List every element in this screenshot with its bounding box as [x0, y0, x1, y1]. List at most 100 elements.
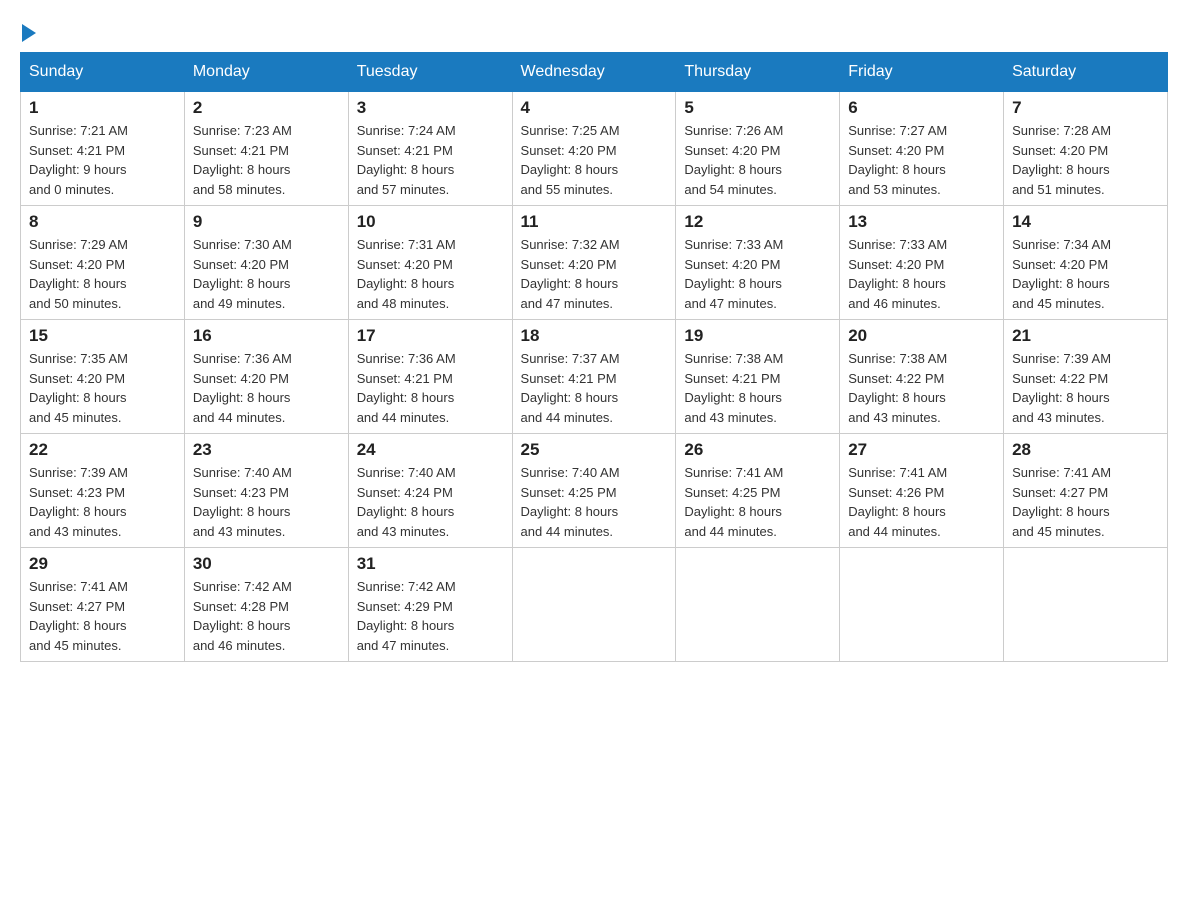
day-info: Sunrise: 7:41 AMSunset: 4:27 PMDaylight:… [1012, 463, 1159, 541]
day-number: 28 [1012, 440, 1159, 460]
day-number: 11 [521, 212, 668, 232]
day-info: Sunrise: 7:36 AMSunset: 4:20 PMDaylight:… [193, 349, 340, 427]
day-number: 21 [1012, 326, 1159, 346]
calendar-cell: 27 Sunrise: 7:41 AMSunset: 4:26 PMDaylig… [840, 434, 1004, 548]
day-number: 8 [29, 212, 176, 232]
day-number: 16 [193, 326, 340, 346]
calendar-cell: 3 Sunrise: 7:24 AMSunset: 4:21 PMDayligh… [348, 92, 512, 206]
day-info: Sunrise: 7:39 AMSunset: 4:23 PMDaylight:… [29, 463, 176, 541]
day-info: Sunrise: 7:38 AMSunset: 4:21 PMDaylight:… [684, 349, 831, 427]
column-header-saturday: Saturday [1004, 53, 1168, 92]
calendar-cell: 29 Sunrise: 7:41 AMSunset: 4:27 PMDaylig… [21, 548, 185, 662]
day-number: 12 [684, 212, 831, 232]
calendar-cell: 22 Sunrise: 7:39 AMSunset: 4:23 PMDaylig… [21, 434, 185, 548]
day-number: 3 [357, 98, 504, 118]
day-number: 2 [193, 98, 340, 118]
day-info: Sunrise: 7:36 AMSunset: 4:21 PMDaylight:… [357, 349, 504, 427]
day-number: 23 [193, 440, 340, 460]
day-number: 13 [848, 212, 995, 232]
day-info: Sunrise: 7:33 AMSunset: 4:20 PMDaylight:… [684, 235, 831, 313]
calendar-cell: 9 Sunrise: 7:30 AMSunset: 4:20 PMDayligh… [184, 206, 348, 320]
day-info: Sunrise: 7:40 AMSunset: 4:24 PMDaylight:… [357, 463, 504, 541]
calendar-cell: 28 Sunrise: 7:41 AMSunset: 4:27 PMDaylig… [1004, 434, 1168, 548]
day-number: 18 [521, 326, 668, 346]
column-header-wednesday: Wednesday [512, 53, 676, 92]
logo [20, 20, 36, 42]
calendar-cell: 20 Sunrise: 7:38 AMSunset: 4:22 PMDaylig… [840, 320, 1004, 434]
calendar-cell: 5 Sunrise: 7:26 AMSunset: 4:20 PMDayligh… [676, 92, 840, 206]
calendar-cell: 31 Sunrise: 7:42 AMSunset: 4:29 PMDaylig… [348, 548, 512, 662]
day-number: 1 [29, 98, 176, 118]
day-info: Sunrise: 7:41 AMSunset: 4:26 PMDaylight:… [848, 463, 995, 541]
day-info: Sunrise: 7:35 AMSunset: 4:20 PMDaylight:… [29, 349, 176, 427]
calendar-cell: 17 Sunrise: 7:36 AMSunset: 4:21 PMDaylig… [348, 320, 512, 434]
calendar-cell [1004, 548, 1168, 662]
day-info: Sunrise: 7:38 AMSunset: 4:22 PMDaylight:… [848, 349, 995, 427]
day-number: 4 [521, 98, 668, 118]
day-info: Sunrise: 7:39 AMSunset: 4:22 PMDaylight:… [1012, 349, 1159, 427]
logo-arrow-icon [22, 24, 36, 42]
day-number: 29 [29, 554, 176, 574]
day-number: 14 [1012, 212, 1159, 232]
day-info: Sunrise: 7:30 AMSunset: 4:20 PMDaylight:… [193, 235, 340, 313]
calendar-cell [676, 548, 840, 662]
day-number: 15 [29, 326, 176, 346]
calendar-cell: 8 Sunrise: 7:29 AMSunset: 4:20 PMDayligh… [21, 206, 185, 320]
day-number: 10 [357, 212, 504, 232]
day-number: 30 [193, 554, 340, 574]
calendar-cell: 6 Sunrise: 7:27 AMSunset: 4:20 PMDayligh… [840, 92, 1004, 206]
day-info: Sunrise: 7:40 AMSunset: 4:23 PMDaylight:… [193, 463, 340, 541]
day-number: 5 [684, 98, 831, 118]
day-number: 22 [29, 440, 176, 460]
calendar-cell: 12 Sunrise: 7:33 AMSunset: 4:20 PMDaylig… [676, 206, 840, 320]
day-number: 31 [357, 554, 504, 574]
calendar-cell: 7 Sunrise: 7:28 AMSunset: 4:20 PMDayligh… [1004, 92, 1168, 206]
calendar-cell: 26 Sunrise: 7:41 AMSunset: 4:25 PMDaylig… [676, 434, 840, 548]
column-header-tuesday: Tuesday [348, 53, 512, 92]
day-number: 27 [848, 440, 995, 460]
calendar-cell: 15 Sunrise: 7:35 AMSunset: 4:20 PMDaylig… [21, 320, 185, 434]
day-info: Sunrise: 7:23 AMSunset: 4:21 PMDaylight:… [193, 121, 340, 199]
calendar-cell: 13 Sunrise: 7:33 AMSunset: 4:20 PMDaylig… [840, 206, 1004, 320]
week-row-2: 8 Sunrise: 7:29 AMSunset: 4:20 PMDayligh… [21, 206, 1168, 320]
day-info: Sunrise: 7:42 AMSunset: 4:28 PMDaylight:… [193, 577, 340, 655]
day-info: Sunrise: 7:28 AMSunset: 4:20 PMDaylight:… [1012, 121, 1159, 199]
day-info: Sunrise: 7:24 AMSunset: 4:21 PMDaylight:… [357, 121, 504, 199]
day-number: 25 [521, 440, 668, 460]
day-info: Sunrise: 7:31 AMSunset: 4:20 PMDaylight:… [357, 235, 504, 313]
column-header-sunday: Sunday [21, 53, 185, 92]
calendar-cell [512, 548, 676, 662]
calendar-cell: 24 Sunrise: 7:40 AMSunset: 4:24 PMDaylig… [348, 434, 512, 548]
day-info: Sunrise: 7:41 AMSunset: 4:25 PMDaylight:… [684, 463, 831, 541]
day-info: Sunrise: 7:26 AMSunset: 4:20 PMDaylight:… [684, 121, 831, 199]
calendar-cell: 10 Sunrise: 7:31 AMSunset: 4:20 PMDaylig… [348, 206, 512, 320]
calendar-cell: 18 Sunrise: 7:37 AMSunset: 4:21 PMDaylig… [512, 320, 676, 434]
column-header-monday: Monday [184, 53, 348, 92]
day-number: 24 [357, 440, 504, 460]
day-number: 20 [848, 326, 995, 346]
calendar-cell: 23 Sunrise: 7:40 AMSunset: 4:23 PMDaylig… [184, 434, 348, 548]
day-info: Sunrise: 7:34 AMSunset: 4:20 PMDaylight:… [1012, 235, 1159, 313]
calendar-cell [840, 548, 1004, 662]
day-info: Sunrise: 7:37 AMSunset: 4:21 PMDaylight:… [521, 349, 668, 427]
calendar-cell: 14 Sunrise: 7:34 AMSunset: 4:20 PMDaylig… [1004, 206, 1168, 320]
day-number: 17 [357, 326, 504, 346]
day-info: Sunrise: 7:25 AMSunset: 4:20 PMDaylight:… [521, 121, 668, 199]
calendar-cell: 2 Sunrise: 7:23 AMSunset: 4:21 PMDayligh… [184, 92, 348, 206]
day-info: Sunrise: 7:27 AMSunset: 4:20 PMDaylight:… [848, 121, 995, 199]
day-info: Sunrise: 7:32 AMSunset: 4:20 PMDaylight:… [521, 235, 668, 313]
week-row-1: 1 Sunrise: 7:21 AMSunset: 4:21 PMDayligh… [21, 92, 1168, 206]
calendar-cell: 4 Sunrise: 7:25 AMSunset: 4:20 PMDayligh… [512, 92, 676, 206]
page-header [20, 20, 1168, 42]
day-number: 7 [1012, 98, 1159, 118]
day-number: 19 [684, 326, 831, 346]
day-number: 26 [684, 440, 831, 460]
week-row-5: 29 Sunrise: 7:41 AMSunset: 4:27 PMDaylig… [21, 548, 1168, 662]
day-info: Sunrise: 7:29 AMSunset: 4:20 PMDaylight:… [29, 235, 176, 313]
week-row-3: 15 Sunrise: 7:35 AMSunset: 4:20 PMDaylig… [21, 320, 1168, 434]
calendar-cell: 1 Sunrise: 7:21 AMSunset: 4:21 PMDayligh… [21, 92, 185, 206]
day-info: Sunrise: 7:42 AMSunset: 4:29 PMDaylight:… [357, 577, 504, 655]
calendar-cell: 19 Sunrise: 7:38 AMSunset: 4:21 PMDaylig… [676, 320, 840, 434]
calendar-cell: 21 Sunrise: 7:39 AMSunset: 4:22 PMDaylig… [1004, 320, 1168, 434]
column-header-thursday: Thursday [676, 53, 840, 92]
